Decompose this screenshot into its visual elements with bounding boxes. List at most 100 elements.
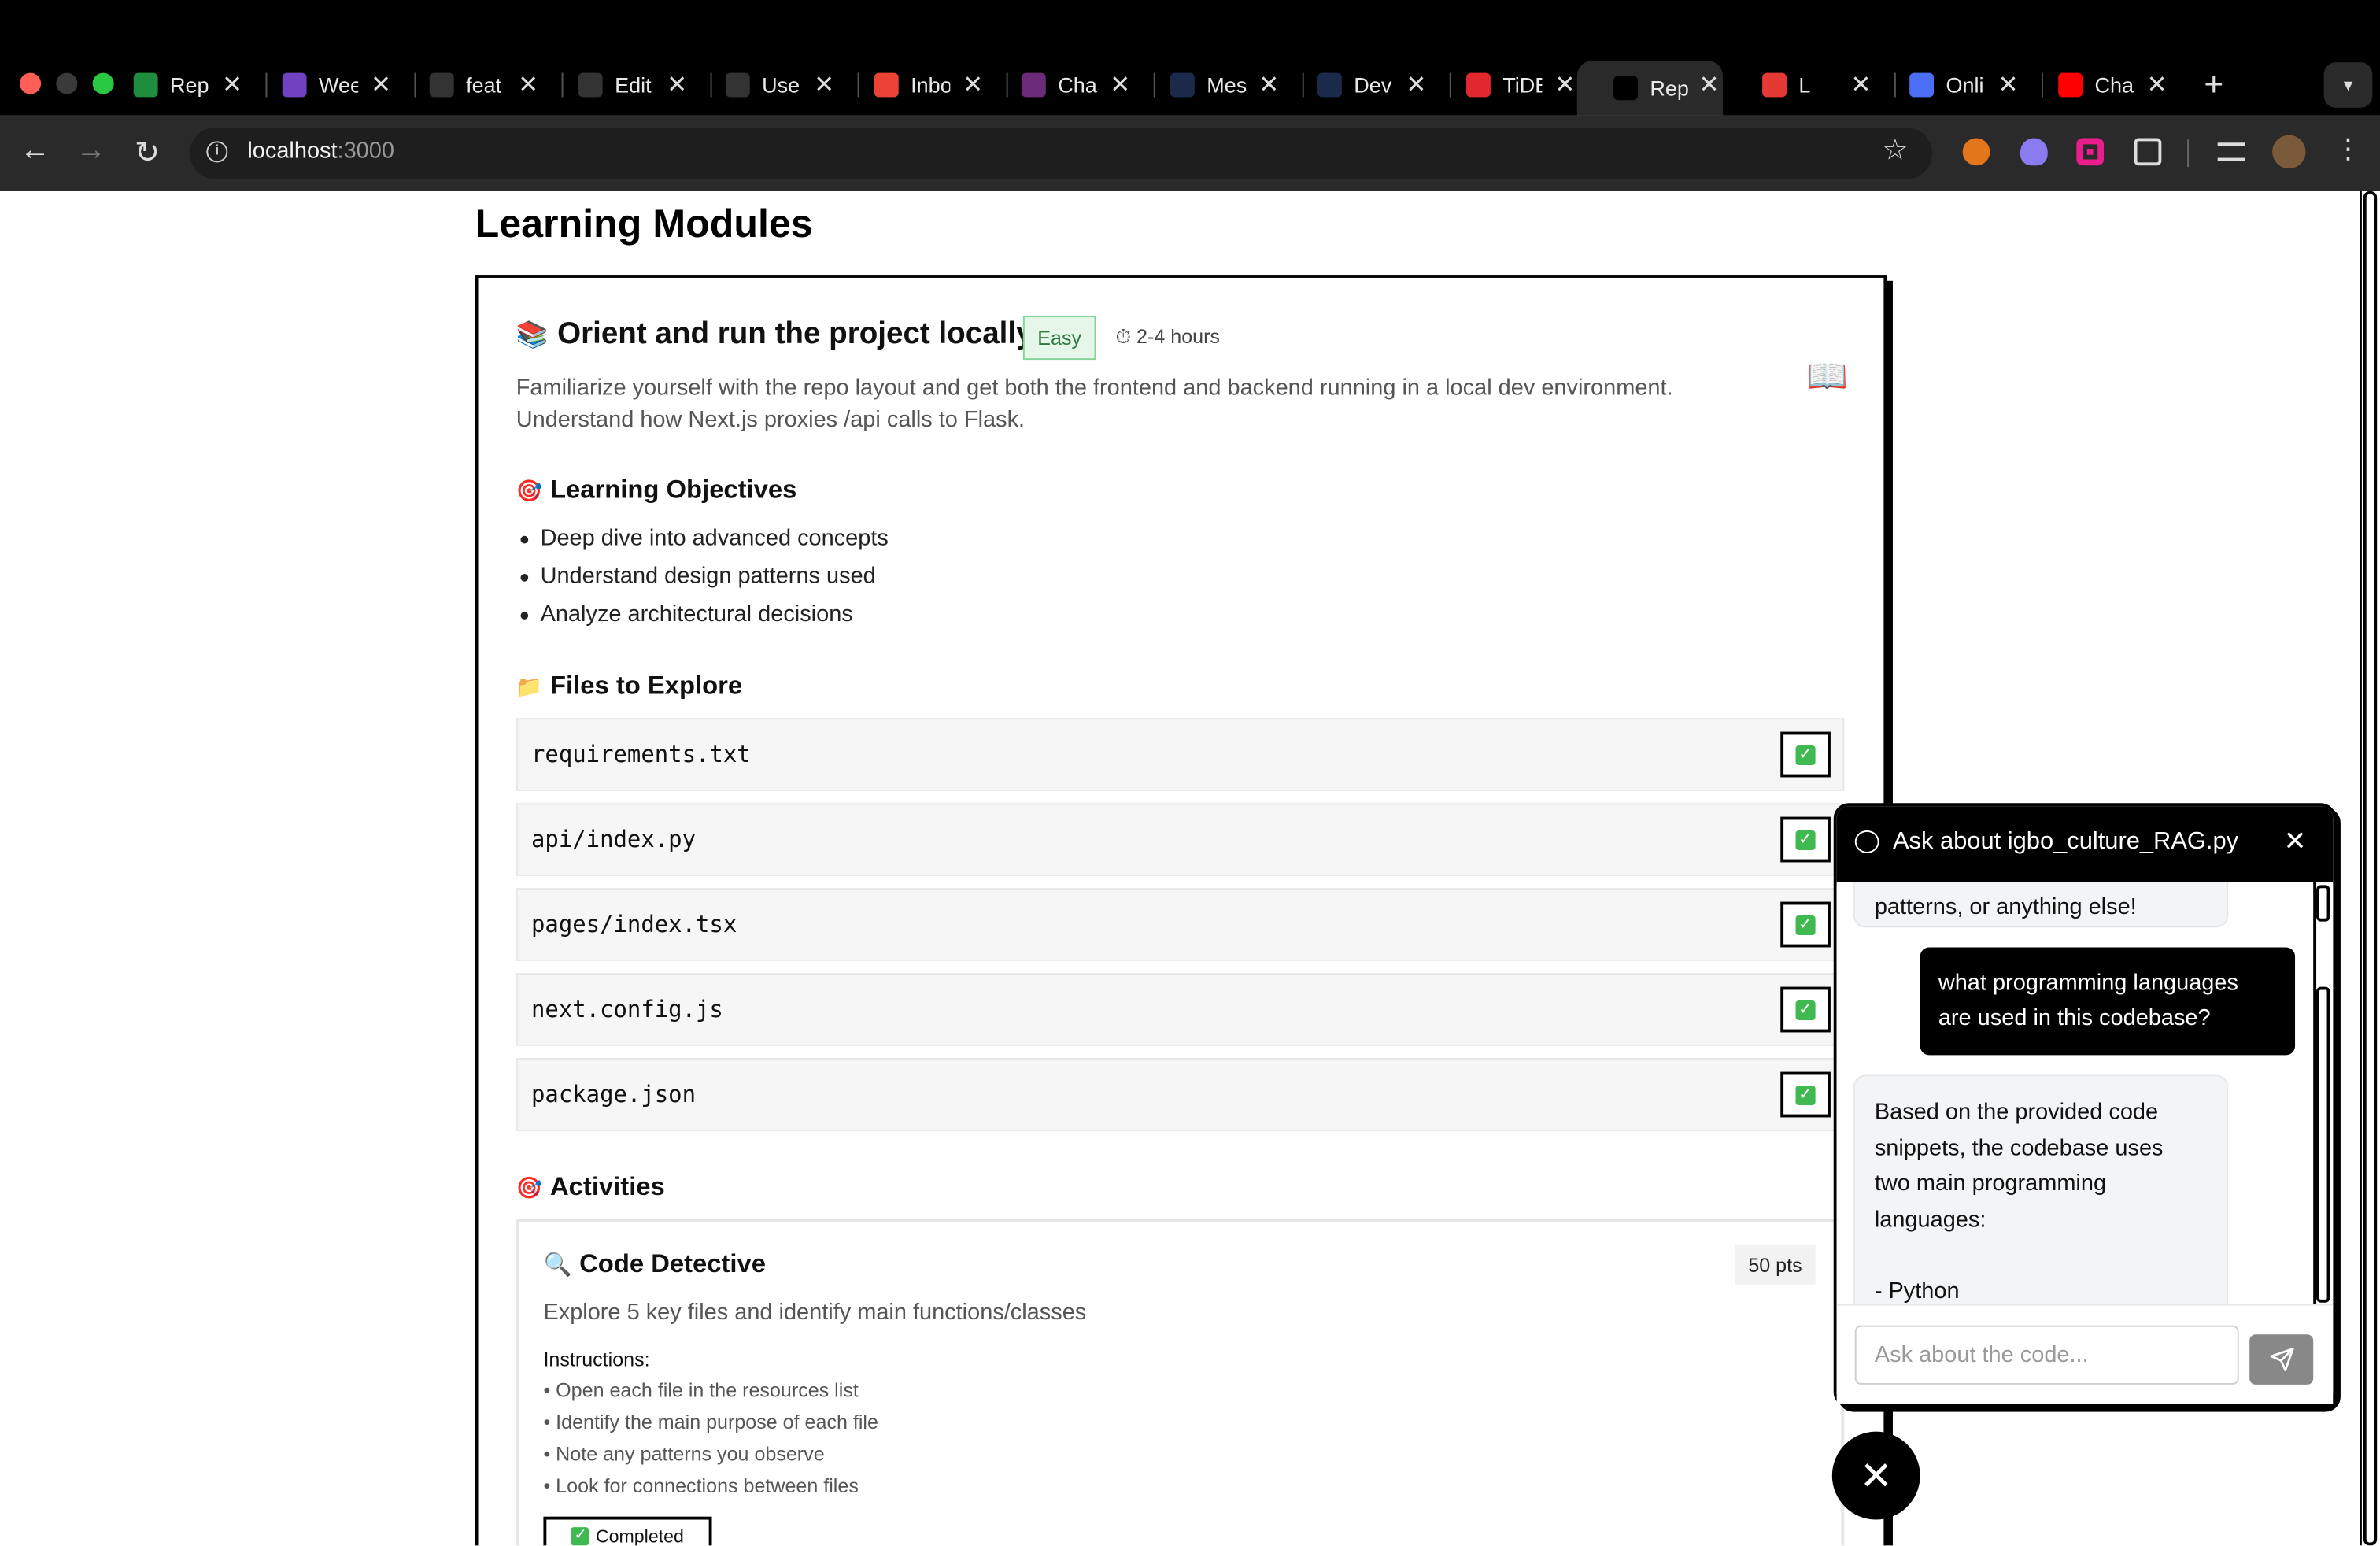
tab-close-icon[interactable]: ✕ — [1551, 70, 1579, 101]
tab-close-icon[interactable]: ✕ — [515, 70, 542, 101]
file-complete-checkbox[interactable]: ✓ — [1780, 816, 1831, 863]
tab-close-icon[interactable]: ✕ — [368, 70, 395, 101]
tab-10[interactable]: Rep ✕ — [1576, 61, 1723, 116]
tab-close-icon[interactable]: ✕ — [959, 70, 987, 101]
tab-8[interactable]: Dev ✕ — [1318, 61, 1430, 109]
check-icon: ✓ — [1795, 914, 1816, 935]
d-icon — [1318, 72, 1342, 98]
close-window-button[interactable] — [20, 72, 42, 94]
address-bar[interactable] — [190, 128, 1933, 179]
chat-toggle-close-button[interactable]: ✕ — [1831, 1431, 1920, 1520]
file-row[interactable]: pages/index.tsx ✓ — [516, 888, 1845, 961]
media-controls-icon[interactable] — [2217, 142, 2245, 161]
tab-3[interactable]: Edit ✕ — [578, 61, 691, 109]
module-title: 📚 Orient and run the project locally — [516, 317, 1033, 352]
new-tab-button[interactable]: + — [2204, 65, 2223, 105]
square-extension-icon[interactable] — [2076, 138, 2105, 166]
books-icon: 📚 — [516, 319, 549, 349]
send-button[interactable] — [2249, 1334, 2314, 1385]
tab-separator — [710, 72, 712, 98]
site-info-icon[interactable]: i — [206, 141, 228, 163]
check-icon: ✓ — [571, 1527, 590, 1546]
tab-0[interactable]: Rep ✕ — [133, 61, 246, 109]
file-complete-checkbox[interactable]: ✓ — [1780, 986, 1831, 1033]
folder-icon: 📁 — [516, 673, 543, 698]
tab-close-icon[interactable]: ✕ — [1847, 70, 1875, 101]
address-url[interactable]: localhost:3000 — [247, 139, 394, 165]
tab-close-icon[interactable]: ✕ — [663, 70, 691, 101]
message-text: are used in this codebase? — [1938, 1004, 2211, 1031]
file-complete-checkbox[interactable]: ✓ — [1780, 1071, 1831, 1118]
check-icon: ✓ — [1795, 1084, 1816, 1105]
tab-1[interactable]: Wee ✕ — [282, 61, 395, 109]
chat-scrollbar-thumb[interactable] — [2316, 986, 2330, 1303]
tab-close-icon[interactable]: ✕ — [1255, 70, 1283, 101]
file-complete-checkbox[interactable]: ✓ — [1780, 731, 1831, 778]
chat-messages[interactable]: patterns, or anything else! what program… — [1836, 882, 2317, 1304]
youtube-icon — [2058, 72, 2083, 98]
back-arrow-icon[interactable]: ← — [17, 134, 53, 168]
tab-close-icon[interactable]: ✕ — [1402, 70, 1430, 101]
tab-close-icon[interactable]: ✕ — [2143, 70, 2171, 101]
file-row[interactable]: package.json ✓ — [516, 1058, 1845, 1131]
youtube-music-icon — [1762, 72, 1787, 98]
file-name: pages/index.tsx — [531, 911, 737, 938]
magnifier-icon: 🔍 — [543, 1252, 572, 1278]
tab-close-icon[interactable]: ✕ — [1695, 70, 1723, 101]
metamask-extension-icon[interactable] — [1962, 138, 1990, 166]
page-scrollbar-thumb[interactable] — [2363, 191, 2378, 1546]
tab-12[interactable]: Onli ✕ — [1909, 61, 2022, 109]
files-heading: 📁 Files to Explore — [516, 671, 742, 701]
tab-close-icon[interactable]: ✕ — [811, 70, 838, 101]
tab-close-icon[interactable]: ✕ — [1994, 70, 2022, 101]
tab-11[interactable]: L ✕ — [1762, 61, 1875, 109]
git-icon — [429, 72, 454, 98]
chat-input[interactable] — [1854, 1325, 2239, 1385]
file-row[interactable]: api/index.py ✓ — [516, 803, 1845, 876]
activities-heading-text: Activities — [549, 1171, 665, 1201]
reload-icon[interactable]: ↻ — [129, 134, 165, 172]
duration-label: ⏱ 2-4 hours — [1115, 324, 1220, 348]
tab-search-button[interactable]: ▾ — [2323, 62, 2373, 108]
chat-scroll-up[interactable] — [2316, 885, 2330, 922]
instruction-item: • Look for connections between files — [543, 1474, 859, 1497]
tab-7[interactable]: Mes ✕ — [1170, 61, 1283, 109]
browser-menu-icon[interactable]: ⋮ — [2334, 134, 2362, 166]
tab-close-icon[interactable]: ✕ — [219, 70, 246, 101]
file-row[interactable]: requirements.txt ✓ — [516, 718, 1845, 791]
file-complete-checkbox[interactable]: ✓ — [1780, 901, 1831, 948]
tab-separator — [414, 72, 416, 98]
tab-4[interactable]: Use ✕ — [725, 61, 838, 109]
message-line — [1875, 1237, 2207, 1273]
user-message: what programming languages are used in t… — [1920, 947, 2296, 1056]
tab-label: Cha — [1058, 72, 1097, 98]
extensions-puzzle-icon[interactable] — [2134, 138, 2162, 166]
open-book-icon[interactable]: 📖 — [1806, 357, 1848, 396]
tab-close-icon[interactable]: ✕ — [1107, 70, 1134, 101]
tab-label: Wee — [319, 72, 359, 98]
tab-separator — [1302, 72, 1304, 98]
list-icon — [282, 72, 307, 98]
module-title-text: Orient and run the project locally — [557, 317, 1033, 351]
bookmark-star-icon[interactable]: ☆ — [1882, 134, 1908, 168]
tab-label: Rep — [1650, 76, 1689, 101]
activities-heading: 🎯 Activities — [516, 1172, 665, 1203]
url-port: :3000 — [337, 138, 394, 165]
profile-avatar[interactable] — [2272, 135, 2306, 169]
tab-9[interactable]: TiDE ✕ — [1466, 61, 1579, 109]
target-icon: 🎯 — [516, 1174, 543, 1199]
ghost-extension-icon[interactable] — [2020, 138, 2048, 166]
message-line: Based on the provided code — [1874, 1099, 2159, 1126]
tab-2[interactable]: feat ✕ — [429, 61, 542, 109]
maximize-window-button[interactable] — [92, 72, 114, 94]
tab-6[interactable]: Cha ✕ — [1021, 61, 1134, 109]
chat-close-icon[interactable]: ✕ — [2280, 826, 2311, 858]
objective-item: Deep dive into advanced concepts — [520, 523, 889, 561]
completed-button[interactable]: ✓ Completed — [543, 1516, 712, 1546]
tab-5[interactable]: Inbo ✕ — [874, 61, 987, 109]
minimize-window-button[interactable] — [56, 72, 78, 94]
tab-13[interactable]: Cha ✕ — [2058, 61, 2171, 109]
file-row[interactable]: next.config.js ✓ — [516, 973, 1845, 1046]
message-line: snippets, the codebase uses — [1874, 1134, 2164, 1161]
forward-arrow-icon[interactable]: → — [73, 134, 109, 168]
